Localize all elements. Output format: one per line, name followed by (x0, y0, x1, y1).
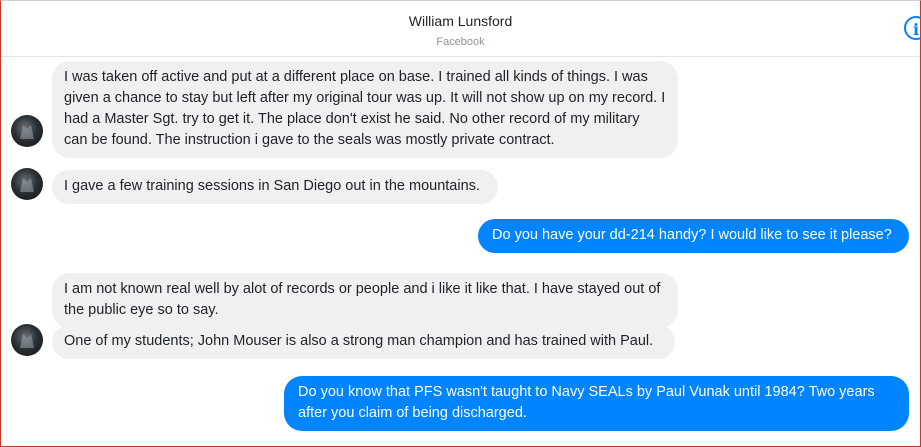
message-text: I gave a few training sessions in San Di… (64, 178, 480, 194)
conversation-header: William Lunsford Facebook i (1, 1, 920, 57)
contact-avatar[interactable] (11, 115, 43, 147)
message-text: Do you have your dd-214 handy? I would l… (492, 227, 892, 243)
contact-name[interactable]: William Lunsford (1, 13, 920, 29)
chat-window: William Lunsford Facebook i I was taken … (0, 0, 921, 447)
message-text: One of my students; John Mouser is also … (64, 333, 654, 349)
contact-avatar[interactable] (11, 168, 43, 200)
message-text: I am not known real well by alot of reco… (64, 281, 661, 318)
contact-avatar[interactable] (11, 324, 43, 356)
outgoing-message: Do you know that PFS wasn't taught to Na… (284, 376, 909, 431)
outgoing-message: Do you have your dd-214 handy? I would l… (478, 219, 909, 253)
message-text: I was taken off active and put at a diff… (64, 69, 666, 148)
incoming-message: I gave a few training sessions in San Di… (52, 170, 498, 204)
incoming-message: I was taken off active and put at a diff… (52, 61, 678, 158)
incoming-message: One of my students; John Mouser is also … (52, 325, 675, 359)
incoming-message: I am not known real well by alot of reco… (52, 273, 678, 328)
platform-label: Facebook (436, 36, 485, 48)
message-text: Do you know that PFS wasn't taught to Na… (298, 384, 875, 421)
info-icon[interactable]: i (904, 16, 920, 40)
